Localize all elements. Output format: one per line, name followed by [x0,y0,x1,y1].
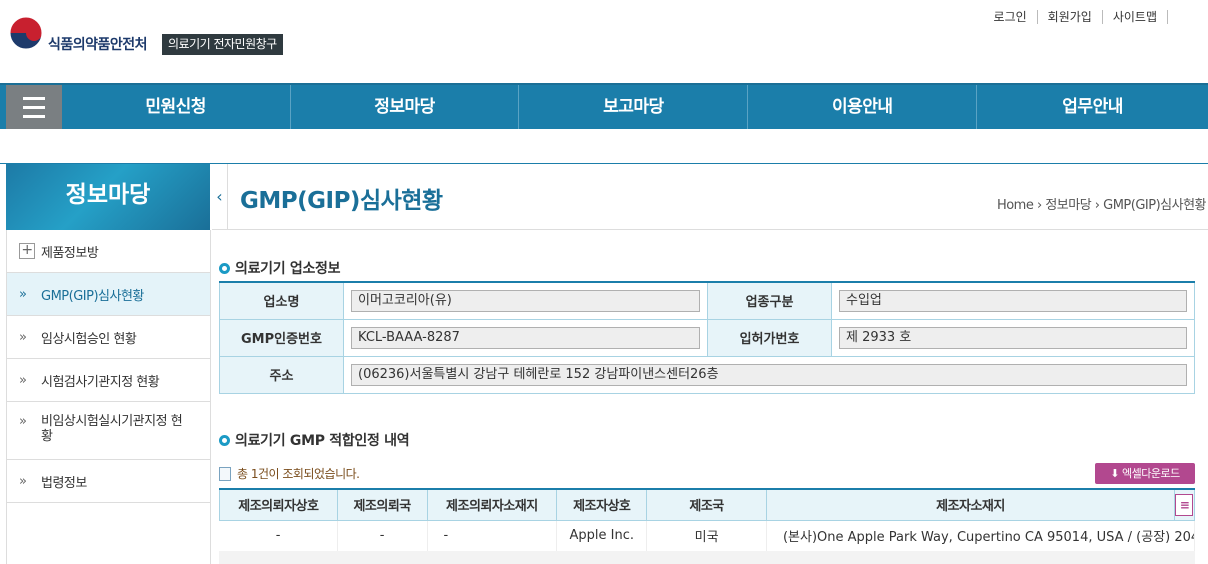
utility-links: 로그인 회원가입 사이트맵 [984,10,1168,24]
gnb-item-guide[interactable]: 이용안내 [748,85,978,129]
sitemap-link[interactable]: 사이트맵 [1103,10,1168,24]
table-cell: - [219,520,338,552]
signup-link[interactable]: 회원가입 [1038,10,1103,24]
column-header[interactable]: 제조자상호 [556,488,648,521]
gnb-item-info[interactable]: 정보마당 [291,85,520,129]
double-chevron-icon: » [19,286,27,302]
address-label: 주소 [219,355,344,394]
breadcrumb-info[interactable]: 정보마당 [1045,198,1091,213]
table-cell: (본사)One Apple Park Way, Cupertino CA 950… [766,520,1196,552]
download-icon: ⬇ [1110,467,1122,480]
government-emblem-icon [6,13,46,53]
column-menu-icon[interactable]: ≡ [1175,493,1194,516]
permit-number-label: 입허가번호 [707,318,832,357]
breadcrumb-current: GMP(GIP)심사현황 [1103,198,1206,213]
bullet-circle-icon [219,262,230,274]
column-header[interactable]: 제조국 [646,488,767,521]
gmp-result-table: 제조의뢰자상호 제조의뢰국 제조의뢰자소재지 제조자상호 제조국 제조자소재지 … [219,488,1196,552]
business-type-label: 업종구분 [707,281,832,320]
gnb-item-civil-request[interactable]: 민원신청 [62,85,291,129]
sidebar-item-nonclinical[interactable]: » 비임상시험실시기관지정 현황 [7,402,210,460]
chevron-right-icon: › [1033,198,1046,213]
sidebar-item-testing-lab[interactable]: » 시험검사기관지정 현황 [7,359,210,402]
permit-number-field: 제 2933 호 [839,326,1187,349]
column-header[interactable]: 제조의뢰자상호 [219,488,338,521]
hamburger-menu-icon[interactable] [6,85,62,129]
page-title: GMP(GIP)심사현황 [240,188,443,214]
sidebar-menu: + 제품정보방 » GMP(GIP)심사현황 » 임상시험승인 현황 » 시험검… [6,230,211,564]
table-cell: Apple Inc. [556,520,648,552]
double-chevron-icon: » [19,414,27,429]
bullet-circle-icon [219,434,230,446]
table-row[interactable]: - - - Apple Inc. 미국 (본사)One Apple Park W… [219,520,1196,552]
global-nav: 민원신청 정보마당 보고마당 이용안내 업무안내 [0,83,1208,129]
breadcrumb: Home › 정보마당 › GMP(GIP)심사현황 [997,194,1207,213]
plus-icon: + [19,243,35,259]
company-section-title: 의료기기 업소정보 [219,258,341,278]
table-cell: 미국 [646,520,767,552]
table-cell: - [337,520,428,552]
column-header[interactable]: 제조의뢰자소재지 [426,488,558,521]
sidebar-item-law[interactable]: » 법령정보 [7,460,210,503]
double-chevron-icon: » [19,372,27,388]
chevron-left-icon[interactable]: ‹ [212,164,228,230]
company-name-label: 업소명 [219,281,344,320]
breadcrumb-home[interactable]: Home [997,198,1034,213]
column-header[interactable]: 제조의뢰국 [336,488,428,521]
sidebar-item-clinical[interactable]: » 임상시험승인 현황 [7,316,210,359]
sidebar-item-gmp[interactable]: » GMP(GIP)심사현황 [7,273,210,316]
result-count: 총 1건이 조회되었습니다. [219,465,360,482]
column-menu-cell: ≡ [1173,488,1196,521]
address-field: (06236)서울특별시 강남구 테헤란로 152 강남파이낸스센터26층 [351,363,1187,386]
grid-footer [219,551,1195,564]
gmp-number-field: KCL-BAAA-8287 [351,326,700,349]
gmp-number-label: GMP인증번호 [219,318,344,357]
company-info-table: 업소명 이머고코리아(유) 업종구분 수입업 GMP인증번호 KCL-BAAA-… [219,281,1195,394]
double-chevron-icon: » [19,329,27,345]
page-header: ‹ GMP(GIP)심사현황 Home › 정보마당 › GMP(GIP)심사현… [212,164,1208,230]
gnb-item-report[interactable]: 보고마당 [519,85,749,129]
login-link[interactable]: 로그인 [984,10,1038,24]
column-header[interactable]: 제조자소재지 [765,488,1175,521]
gmp-section-title: 의료기기 GMP 적합인정 내역 [219,430,410,450]
gnb-item-business[interactable]: 업무안내 [977,85,1208,129]
business-type-field: 수입업 [839,289,1187,312]
excel-download-button[interactable]: ⬇ 엑셀다운로드 [1095,463,1195,484]
document-icon [219,466,231,481]
sidebar-title: 정보마당 [6,164,210,230]
sidebar-item-product-info[interactable]: + 제품정보방 [7,230,210,273]
org-name: 식품의약품안전처 [48,37,148,53]
portal-badge: 의료기기 전자민원창구 [162,34,283,55]
double-chevron-icon: » [19,473,27,489]
site-logo[interactable]: 식품의약품안전처 [6,12,148,54]
table-cell: - [427,520,558,552]
chevron-right-icon: › [1091,198,1104,213]
company-name-field: 이머고코리아(유) [351,289,700,312]
